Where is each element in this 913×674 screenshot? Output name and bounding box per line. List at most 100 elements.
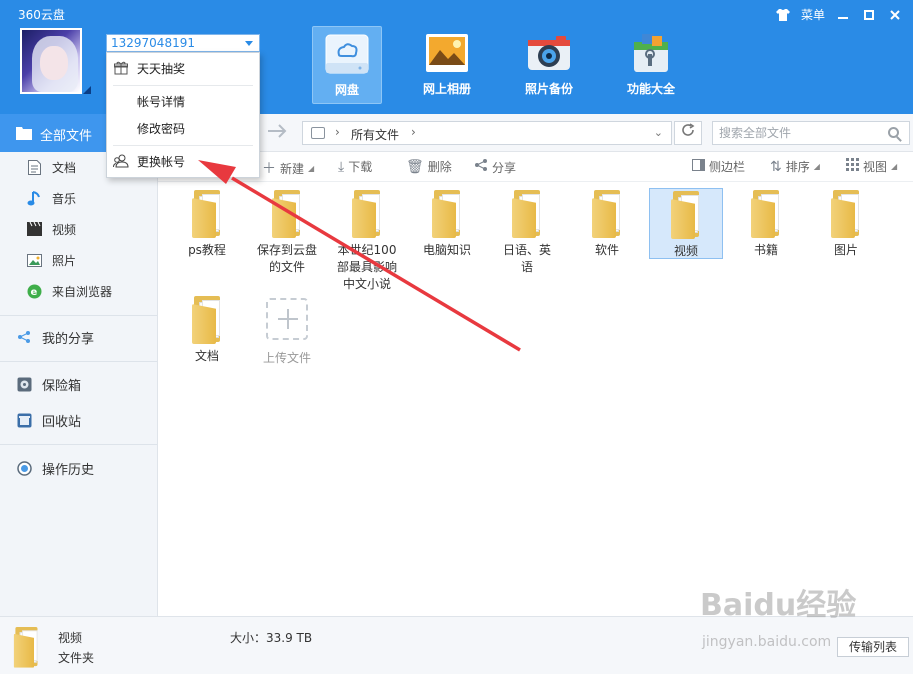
folder-icon [669,191,703,239]
music-note-icon [26,190,42,206]
sidebar-item-music[interactable]: 音乐 [0,185,158,211]
folder-item[interactable]: 文档 [170,296,244,365]
action-bar: ＋ 新建 ◢ ⤓ 下载 🗑 删除 分享 侧边栏 ⇅ 排序 ◢ 视图 ◢ [158,152,913,182]
watermark-url: jingyan.baidu.com [702,634,832,650]
download-button[interactable]: ⤓ 下载 [338,158,372,175]
folder-icon [590,190,624,238]
tab-photo-album-label: 网上相册 [422,82,471,96]
menu-separator [113,145,253,146]
side-panel-button[interactable]: 侧边栏 [692,158,745,175]
sort-button[interactable]: ⇅ 排序 ◢ [770,158,820,175]
transfer-list-button[interactable]: 传输列表 [837,637,909,657]
sidebar-item-my-share[interactable]: 我的分享 [0,324,158,350]
recycle-bin-icon [16,412,32,428]
view-button[interactable]: 视图 ◢ [846,158,897,175]
skin-icon[interactable] [775,7,791,23]
plus-icon: ＋ [262,161,276,177]
sidebar-item-label: 保险箱 [42,378,82,394]
sidebar-item-photos[interactable]: 照片 [0,247,158,273]
sidebar-item-browser[interactable]: e 来自浏览器 [0,278,158,304]
folder-item[interactable]: 日语、英语 [490,190,564,276]
avatar[interactable] [20,28,82,94]
share-icon [16,329,32,345]
folder-item[interactable]: 软件 [570,190,644,259]
refresh-button[interactable] [674,121,702,145]
account-selector[interactable]: 13297048191 [106,34,260,52]
blank-icon [113,93,129,109]
sort-label: 排序 [785,160,810,174]
folder-item-selected[interactable]: 视频 [649,188,723,259]
breadcrumb-path[interactable]: 所有文件 [351,126,399,143]
menu-item-change-password[interactable]: 修改密码 [107,116,259,140]
refresh-icon [682,123,695,136]
sidebar-item-history[interactable]: 操作历史 [0,455,158,481]
folder-name: 图片 [833,243,858,257]
users-icon [113,153,129,169]
download-icon: ⤓ [338,158,345,175]
folder-icon [270,190,304,238]
dropdown-caret-icon: ◢ [891,162,898,171]
folder-name: 电脑知识 [422,243,471,257]
watermark-brand: Baidu经验 [700,588,857,623]
menu-item-switch-account[interactable]: 更换帐号 [107,149,259,173]
close-icon[interactable] [887,7,903,23]
tab-photo-backup[interactable]: 照片备份 [514,26,584,104]
menu-separator [113,85,253,86]
app-title: 360云盘 [18,8,65,22]
plus-icon [266,298,308,340]
maximize-icon[interactable] [861,7,877,23]
breadcrumb[interactable]: › 所有文件 › ⌄ [302,121,672,145]
menu-item-lottery[interactable]: 天天抽奖 [107,56,259,80]
folder-item[interactable]: 图片 [809,190,883,259]
tab-features-label: 功能大全 [626,82,675,96]
tab-photo-album[interactable]: 网上相册 [412,26,482,104]
menu-button[interactable]: 菜单 [801,6,825,23]
account-dropdown-menu: 天天抽奖 帐号详情 修改密码 更换帐号 [106,52,260,178]
sidebar-item-safe[interactable]: 保险箱 [0,371,158,397]
folder-name: 日语、英语 [502,243,551,274]
tab-features[interactable]: 功能大全 [616,26,686,104]
forward-arrow-icon[interactable] [268,122,288,145]
folder-name: 软件 [594,243,619,257]
sidebar-item-video[interactable]: 视频 [0,216,158,242]
home-icon[interactable] [311,127,325,139]
chevron-down-icon[interactable]: ⌄ [654,126,663,139]
folder-icon [430,190,464,238]
delete-label: 删除 [427,160,452,174]
folder-item[interactable]: 保存到云盘的文件 [250,190,324,276]
share-button[interactable]: 分享 [474,158,516,176]
view-label: 视图 [863,160,888,174]
folder-name: 书籍 [753,243,778,257]
trash-icon: 🗑 [406,158,424,175]
search-icon[interactable] [888,127,899,138]
folder-name: 保存到云盘的文件 [257,243,318,274]
sidebar-item-label: 回收站 [42,414,82,430]
divider [0,361,157,362]
sidebar-item-label: 全部文件 [40,129,93,144]
dropdown-caret-icon: ◢ [308,163,315,173]
upload-file-button[interactable]: 上传文件 [250,298,324,367]
folder-item[interactable]: 书籍 [729,190,803,259]
blank-icon [113,120,129,136]
sidebar-item-label: 照片 [52,253,77,268]
side-panel-icon [692,158,705,175]
menu-item-label: 更换帐号 [137,154,186,169]
sidebar-item-recycle-bin[interactable]: 回收站 [0,407,158,433]
sidebar-item-label: 我的分享 [42,331,95,347]
menu-item-account-details[interactable]: 帐号详情 [107,89,259,113]
menu-item-label: 帐号详情 [137,94,186,109]
folder-name: 视频 [673,244,698,258]
search-input[interactable] [719,123,879,143]
folder-item[interactable]: 本世纪100部最具影响中文小说 [330,190,404,293]
delete-button[interactable]: 🗑 删除 [406,158,452,175]
search-box[interactable] [712,121,910,145]
camera-icon [526,32,572,74]
tab-netdisk[interactable]: 网盘 [312,26,382,104]
new-label: 新建 [280,161,305,176]
folder-icon [749,190,783,238]
document-icon [26,159,42,175]
minimize-icon[interactable] [835,7,851,23]
folder-item[interactable]: ps教程 [170,190,244,259]
new-button[interactable]: ＋ 新建 ◢ [262,158,314,178]
folder-item[interactable]: 电脑知识 [410,190,484,259]
